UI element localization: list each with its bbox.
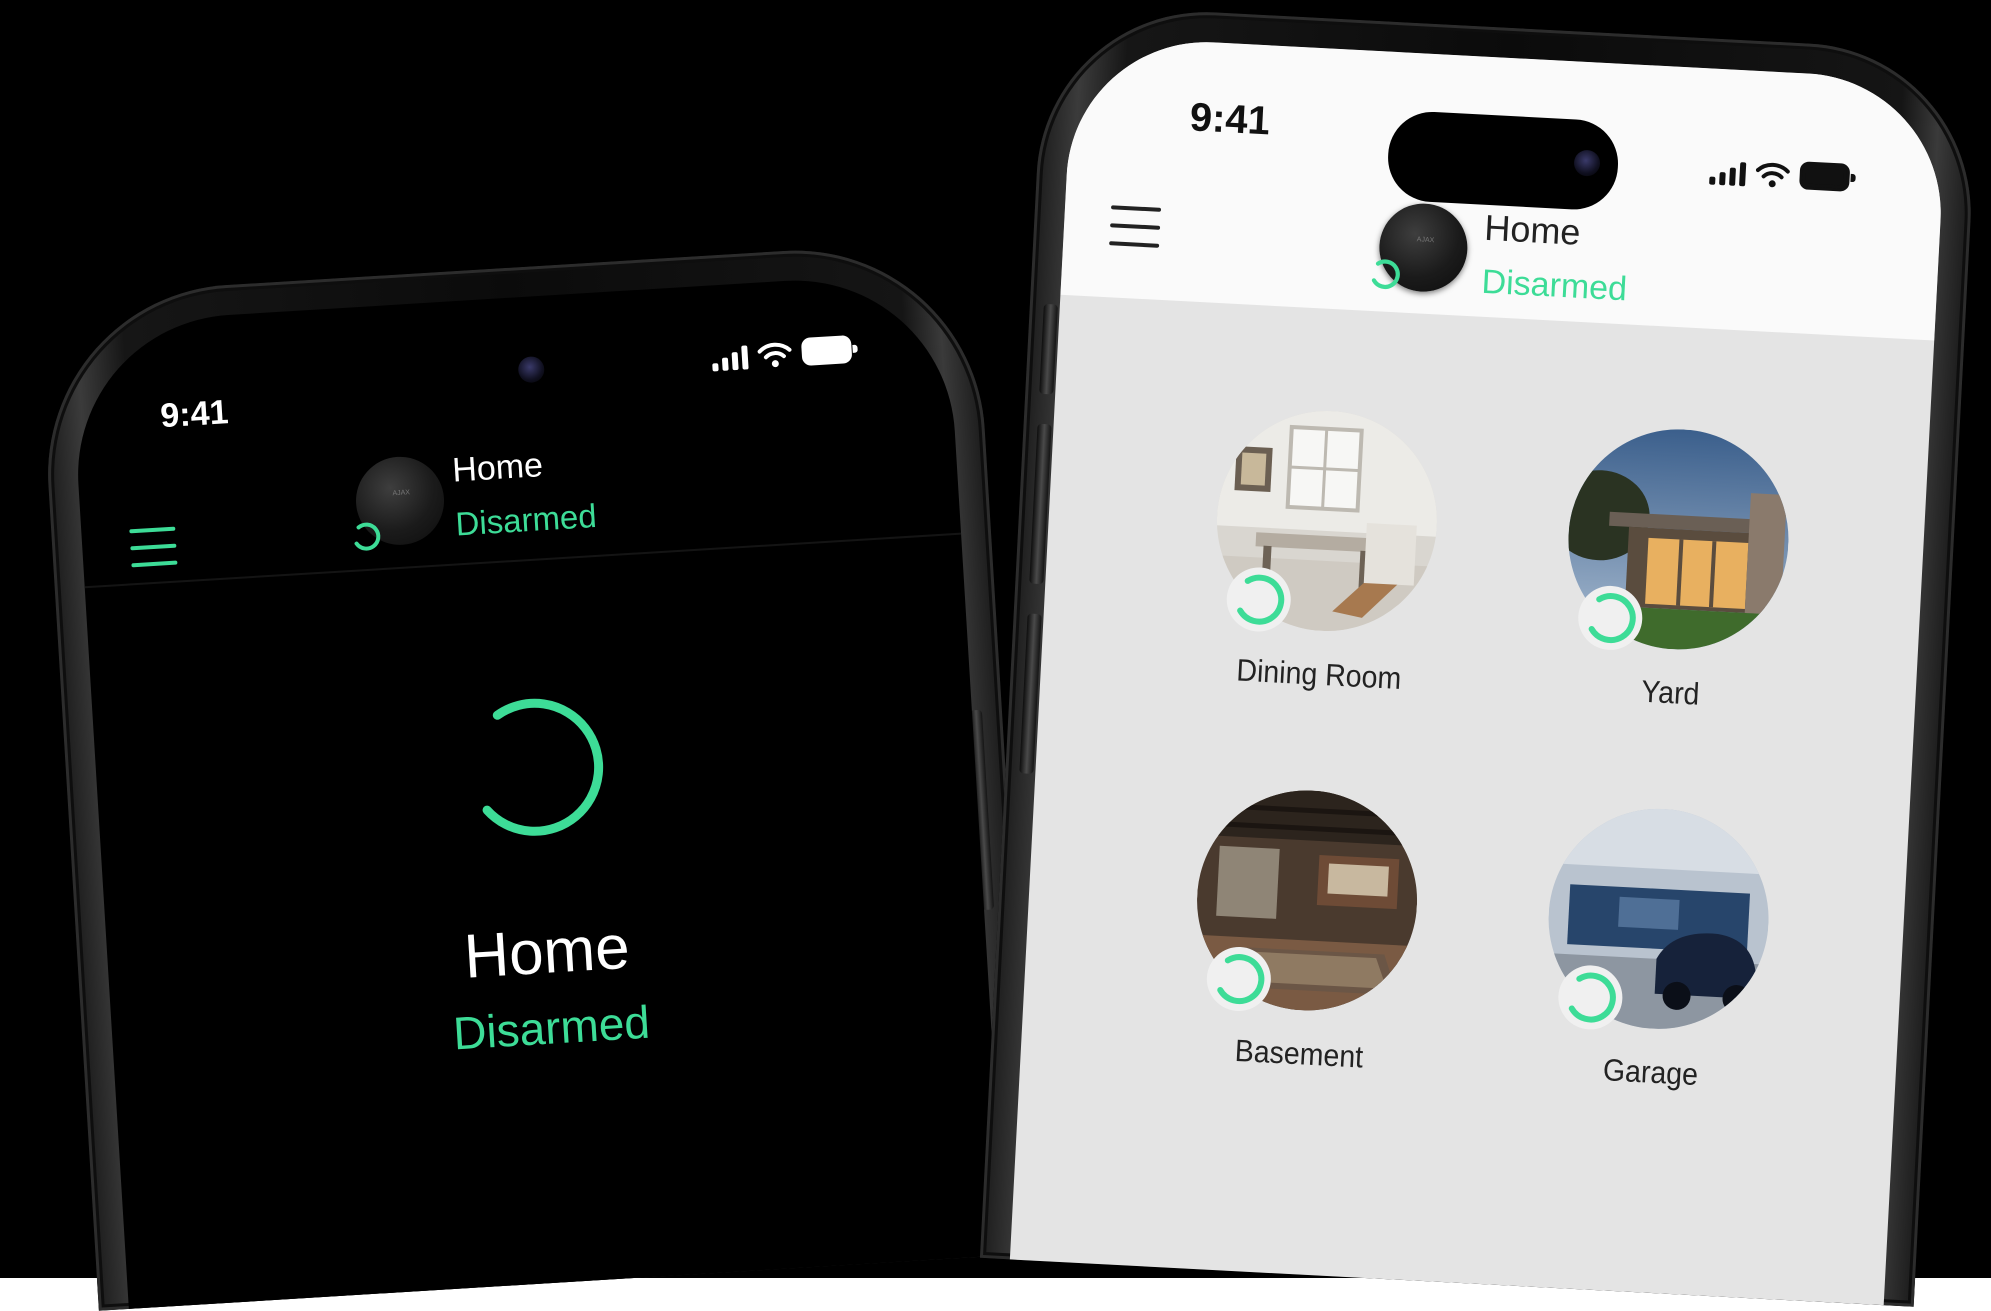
status-time: 9:41 — [1188, 95, 1271, 144]
room-card-dining-room[interactable]: Dining Room — [1188, 404, 1462, 699]
room-card-garage[interactable]: Garage — [1520, 802, 1794, 1097]
room-name: Basement — [1233, 1032, 1365, 1075]
header-divider — [84, 532, 962, 589]
room-status-ring-bg — [1576, 584, 1644, 652]
dynamic-island — [1385, 109, 1621, 212]
room-status-ring-icon — [1237, 574, 1285, 625]
room-status-ring-icon — [1217, 954, 1265, 1005]
status-time: 9:41 — [159, 393, 230, 436]
room-status-ring-icon — [1588, 593, 1636, 644]
front-camera-icon — [517, 355, 546, 384]
hub-name: Home — [451, 446, 544, 490]
room-status-ring-bg — [1225, 565, 1293, 634]
menu-icon[interactable] — [1109, 205, 1162, 248]
wifi-icon — [757, 342, 792, 368]
phone-dark-mode: 9:41 AJAX Home Disarmed Home Disarmed — [36, 239, 1036, 1311]
battery-icon — [800, 335, 853, 367]
front-camera-icon — [1573, 149, 1601, 177]
status-icons — [711, 335, 853, 372]
hub-status: Disarmed — [1480, 262, 1628, 309]
hub-status-ring-icon — [354, 522, 381, 551]
signal-icon — [711, 345, 749, 372]
battery-icon — [1798, 161, 1851, 192]
wifi-icon — [1755, 162, 1790, 188]
room-status-ring-icon — [1568, 972, 1616, 1023]
security-status-ring-icon[interactable] — [458, 691, 617, 850]
hub-status-ring-icon — [1371, 259, 1400, 289]
room-name: Yard — [1640, 673, 1701, 712]
dark-screen: 9:41 AJAX Home Disarmed Home Disarmed — [68, 271, 1006, 1309]
signal-icon — [1709, 161, 1747, 187]
room-card-basement[interactable]: Basement — [1168, 784, 1442, 1079]
light-screen: 9:41 AJAX Home Disarmed Dining Room Yard… — [1009, 35, 1948, 1306]
room-card-yard[interactable]: Yard — [1540, 423, 1814, 718]
room-name: Dining Room — [1235, 652, 1403, 697]
phone-light-mode: 9:41 AJAX Home Disarmed Dining Room Yard… — [979, 3, 1980, 1307]
room-status-ring-bg — [1205, 945, 1273, 1013]
room-status-ring-bg — [1556, 963, 1625, 1032]
menu-icon[interactable] — [129, 526, 178, 568]
room-name: Garage — [1602, 1052, 1699, 1093]
hub-status: Disarmed — [454, 496, 598, 543]
hub-name: Home — [1483, 206, 1582, 253]
